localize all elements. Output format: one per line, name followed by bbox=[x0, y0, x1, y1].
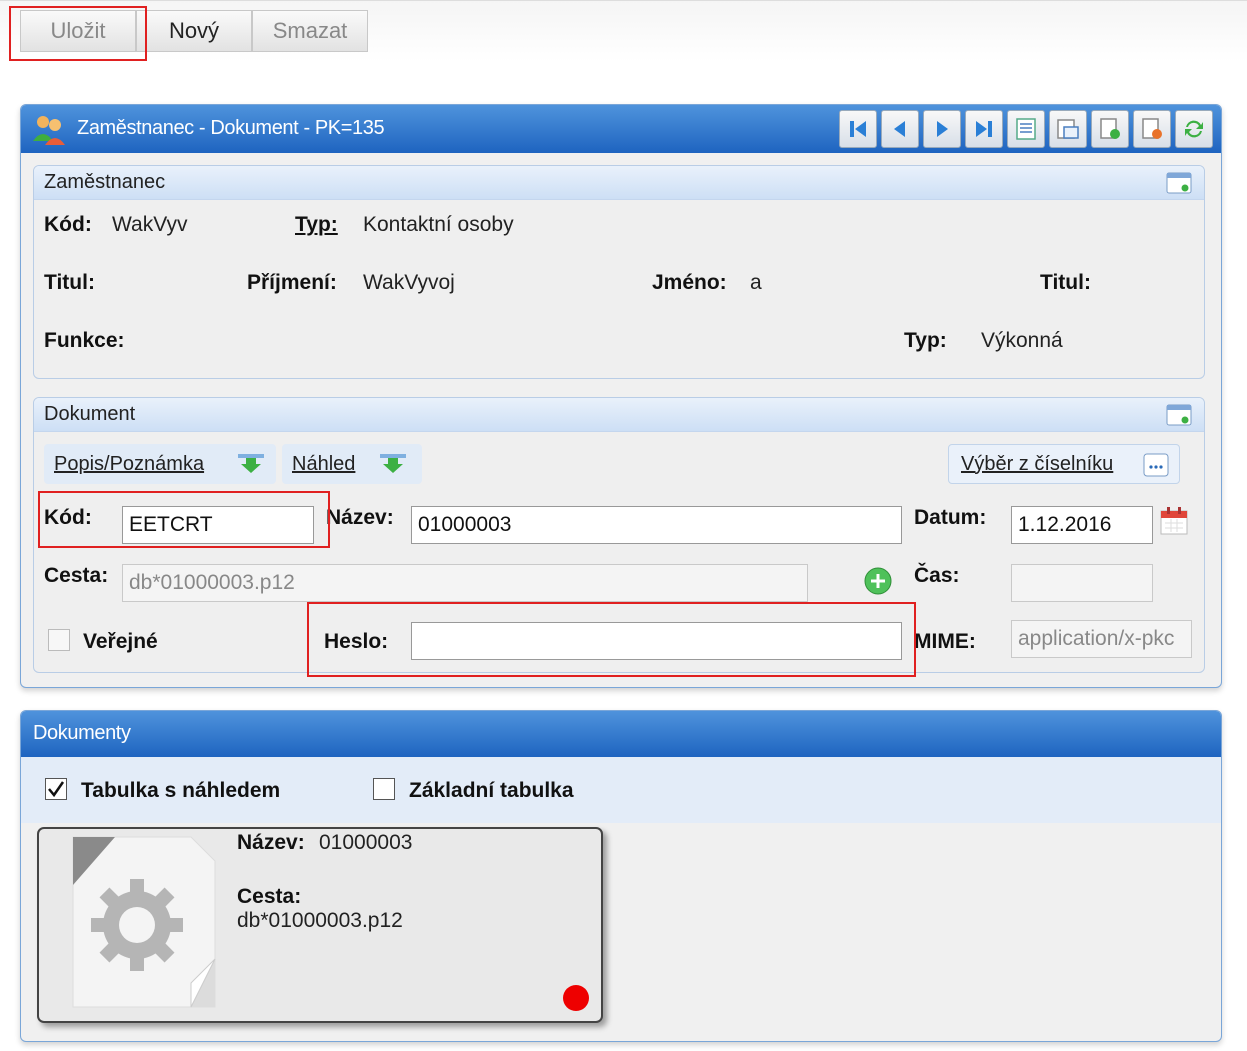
document-path-label: Cesta: bbox=[44, 564, 109, 587]
employee-surname-label: Příjmení: bbox=[247, 271, 337, 294]
settings-file-icon bbox=[72, 836, 216, 1008]
catalog-select-label: Výběr z číselníku bbox=[961, 452, 1114, 475]
password-input[interactable] bbox=[411, 622, 902, 660]
card-path-label: Cesta: bbox=[237, 885, 302, 908]
employee-section-header[interactable]: Zaměstnanec bbox=[34, 166, 1204, 200]
password-label: Heslo: bbox=[324, 630, 389, 653]
remove-document-icon bbox=[1142, 118, 1162, 139]
checkmark-icon bbox=[48, 781, 65, 798]
arrow-down-icon bbox=[238, 454, 264, 473]
window-titlebar: Zaměstnanec - Dokument - PK=135 bbox=[21, 105, 1221, 153]
employee-type-value: Kontaktní osoby bbox=[363, 213, 514, 236]
document-name-label: Název: bbox=[326, 506, 394, 529]
document-section-title: Dokument bbox=[44, 403, 136, 425]
status-dot bbox=[563, 985, 589, 1011]
employee-section-title: Zaměstnanec bbox=[44, 171, 166, 193]
calendar-icon[interactable] bbox=[1159, 506, 1189, 536]
tab-note[interactable]: Popis/Poznámka bbox=[44, 444, 276, 484]
mime-label: MIME: bbox=[914, 630, 976, 653]
basic-table-label: Základní tabulka bbox=[409, 779, 574, 802]
documents-header: Dokumenty bbox=[21, 711, 1221, 757]
employee-function-label: Funkce: bbox=[44, 329, 125, 352]
next-icon bbox=[937, 121, 948, 137]
delete-button[interactable]: Smazat bbox=[252, 10, 368, 52]
employee-firstname-label: Jméno: bbox=[652, 271, 727, 294]
card-name-label: Název: bbox=[237, 831, 305, 854]
save-button[interactable]: Uložit bbox=[20, 10, 136, 52]
form-view-button[interactable] bbox=[1007, 110, 1045, 148]
employee-section: Zaměstnanec Kód: WakVyv Typ: Kontaktní o… bbox=[33, 165, 1205, 379]
collapse-icon[interactable] bbox=[1166, 172, 1192, 194]
employee-title-label: Titul: bbox=[44, 271, 95, 294]
ellipsis-icon bbox=[1143, 453, 1169, 477]
last-icon bbox=[976, 121, 992, 137]
prev-record-button[interactable] bbox=[881, 110, 919, 148]
document-card[interactable]: Název: 01000003 Cesta: db*01000003.p12 bbox=[37, 827, 603, 1023]
last-record-button[interactable] bbox=[965, 110, 1003, 148]
form-icon bbox=[1016, 118, 1036, 140]
refresh-icon bbox=[1185, 120, 1203, 138]
tab-preview[interactable]: Náhled bbox=[282, 444, 422, 484]
table-icon bbox=[1057, 119, 1079, 139]
document-date-label: Datum: bbox=[914, 506, 987, 529]
public-label: Veřejné bbox=[83, 630, 158, 653]
documents-title: Dokumenty bbox=[33, 722, 131, 744]
table-view-button[interactable] bbox=[1049, 110, 1087, 148]
prev-icon bbox=[894, 121, 905, 137]
document-section-header[interactable]: Dokument bbox=[34, 398, 1204, 432]
basic-table-checkbox[interactable] bbox=[373, 778, 395, 800]
mime-input bbox=[1011, 620, 1192, 658]
employee-firstname-value: a bbox=[750, 271, 762, 294]
catalog-select-button[interactable]: Výběr z číselníku bbox=[948, 444, 1180, 484]
window-title: Zaměstnanec - Dokument - PK=135 bbox=[77, 117, 385, 139]
collapse-icon[interactable] bbox=[1166, 404, 1192, 426]
employee-code-label: Kód: bbox=[44, 213, 92, 236]
add-file-icon[interactable] bbox=[863, 566, 893, 596]
employee-code-value: WakVyv bbox=[112, 213, 188, 236]
tab-note-label: Popis/Poznámka bbox=[54, 452, 205, 475]
document-code-label: Kód: bbox=[44, 506, 92, 529]
arrow-down-icon bbox=[380, 454, 406, 473]
document-name-input[interactable] bbox=[411, 506, 902, 544]
document-path-input bbox=[122, 564, 808, 602]
document-section: Dokument Popis/Poznámka Náhled Výběr z č… bbox=[33, 397, 1205, 673]
employee-type2-label: Typ: bbox=[904, 329, 947, 352]
first-icon bbox=[850, 121, 866, 137]
employee-title2-label: Titul: bbox=[1040, 271, 1091, 294]
employee-type2-value: Výkonná bbox=[981, 329, 1063, 352]
public-checkbox[interactable] bbox=[48, 629, 70, 651]
next-record-button[interactable] bbox=[923, 110, 961, 148]
document-date-input[interactable] bbox=[1011, 506, 1153, 544]
document-time-input bbox=[1011, 564, 1153, 602]
employee-surname-value: WakVyvoj bbox=[363, 271, 455, 294]
view-mode-bar: Tabulka s náhledem Základní tabulka bbox=[21, 757, 1221, 823]
document-time-label: Čas: bbox=[914, 564, 960, 587]
documents-panel: Dokumenty Tabulka s náhledem Základní ta… bbox=[20, 710, 1222, 1042]
document-code-input[interactable] bbox=[122, 506, 314, 544]
first-record-button[interactable] bbox=[839, 110, 877, 148]
card-name-value: 01000003 bbox=[319, 831, 413, 854]
employee-document-window: Zaměstnanec - Dokument - PK=135 Zaměstna… bbox=[20, 104, 1222, 688]
preview-table-checkbox[interactable] bbox=[45, 778, 67, 800]
card-path-value: db*01000003.p12 bbox=[237, 909, 403, 932]
employee-type-label[interactable]: Typ: bbox=[295, 213, 338, 237]
delete-record-button[interactable] bbox=[1133, 110, 1171, 148]
refresh-button[interactable] bbox=[1175, 110, 1213, 148]
preview-table-label: Tabulka s náhledem bbox=[81, 779, 281, 802]
add-record-button[interactable] bbox=[1091, 110, 1129, 148]
add-document-icon bbox=[1100, 118, 1120, 139]
users-icon bbox=[33, 116, 65, 145]
new-button[interactable]: Nový bbox=[136, 10, 252, 52]
tab-preview-label: Náhled bbox=[292, 452, 356, 475]
